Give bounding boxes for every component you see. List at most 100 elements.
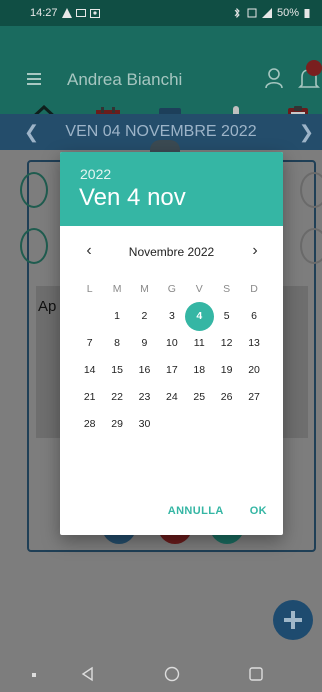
- calendar-day[interactable]: 14: [76, 357, 103, 384]
- calendar-day[interactable]: 28: [76, 411, 103, 438]
- calendar-day[interactable]: 29: [103, 411, 130, 438]
- battery-percent: 50%: [276, 7, 299, 19]
- calendar-day-number: 12: [220, 337, 233, 349]
- status-bar: 14:27 50%: [0, 0, 322, 26]
- calendar-week-row: 28 29 30: [76, 411, 268, 438]
- calendar-day-number: 17: [166, 364, 178, 376]
- weekday-label: V: [195, 283, 203, 295]
- calendar-empty-cell: [213, 411, 240, 438]
- plus-icon: [284, 611, 302, 629]
- calendar-day-number: 29: [111, 418, 123, 430]
- signal-icon: [261, 8, 272, 18]
- calendar-day[interactable]: 5: [213, 303, 240, 330]
- background-note-text: Ap: [38, 298, 57, 315]
- calendar-day-number: 27: [248, 391, 260, 403]
- calendar-day[interactable]: 6: [240, 303, 267, 330]
- calendar-day[interactable]: 15: [103, 357, 130, 384]
- calendar-day-number: 23: [138, 391, 151, 403]
- calendar-empty-cell: [158, 411, 185, 438]
- calendar-day[interactable]: 9: [131, 330, 158, 357]
- calendar-day[interactable]: 20: [240, 357, 267, 384]
- calendar-day[interactable]: 1: [103, 303, 130, 330]
- month-navigation: ‹ Novembre 2022 ›: [60, 242, 283, 264]
- selected-year[interactable]: 2022: [80, 166, 111, 182]
- calendar-day[interactable]: 26: [213, 384, 240, 411]
- nfc-icon: [247, 8, 257, 18]
- date-picker-header: 2022 Ven 4 nov: [60, 152, 283, 226]
- calendar-day[interactable]: 3: [158, 303, 185, 330]
- selected-date: Ven 4 nov: [79, 184, 186, 211]
- calendar-day[interactable]: 22: [103, 384, 130, 411]
- calendar-day-number: 25: [193, 391, 206, 403]
- calendar-day[interactable]: 30: [131, 411, 158, 438]
- calendar-day-number: 11: [193, 337, 205, 349]
- menu-icon[interactable]: [27, 73, 41, 88]
- calendar-grid: LMMGVSD 1 2 3 4 5 6 7 8 9 10 11 12 13 14 15 16 17 18 19 20 2…: [76, 276, 268, 438]
- next-day-icon[interactable]: ❯: [299, 122, 314, 143]
- calendar-day[interactable]: 19: [213, 357, 240, 384]
- calendar-day[interactable]: 8: [103, 330, 130, 357]
- cancel-button[interactable]: ANNULLA: [168, 505, 224, 517]
- calendar-day[interactable]: 10: [158, 330, 185, 357]
- home-nav-icon[interactable]: [164, 666, 180, 682]
- calendar-day-number: 20: [248, 364, 260, 376]
- date-picker-dialog: 2022 Ven 4 nov ‹ Novembre 2022 › LMMGVSD…: [60, 152, 283, 535]
- user-name: Andrea Bianchi: [67, 70, 183, 89]
- calendar-day-number: 30: [138, 418, 151, 430]
- weekday-label: M: [112, 283, 122, 295]
- calendar-day-number: 10: [166, 337, 178, 349]
- notification-badge: [306, 60, 322, 76]
- calendar-day-number: 4: [196, 310, 203, 322]
- calendar-day-number: 13: [248, 337, 260, 349]
- calendar-day-number: 7: [86, 337, 93, 349]
- weekday-label: M: [140, 283, 149, 295]
- dot-icon: [32, 673, 36, 677]
- calendar-week-row: 21 22 23 24 25 26 27: [76, 384, 268, 411]
- calendar-day[interactable]: 27: [240, 384, 267, 411]
- calendar-day[interactable]: 21: [76, 384, 103, 411]
- bluetooth-icon: [234, 8, 240, 18]
- calendar-day-number: 8: [114, 337, 120, 349]
- calendar-day[interactable]: 23: [131, 384, 158, 411]
- calendar-day[interactable]: 13: [240, 330, 267, 357]
- background-entry-marker: [20, 172, 48, 208]
- calendar-day[interactable]: 17: [158, 357, 185, 384]
- calendar-day-number: 5: [223, 310, 230, 322]
- back-icon[interactable]: [80, 666, 94, 682]
- calendar-day-number: 26: [220, 391, 233, 403]
- battery-icon: [304, 9, 310, 18]
- calendar-day-number: 16: [138, 364, 151, 376]
- recents-icon[interactable]: [248, 666, 264, 682]
- ok-button[interactable]: OK: [250, 505, 267, 517]
- calendar-day[interactable]: 24: [158, 384, 185, 411]
- add-button[interactable]: [273, 600, 313, 640]
- background-entry-marker: [20, 228, 48, 264]
- calendar-day-number: 15: [111, 364, 123, 376]
- calendar-day-number: 19: [220, 364, 233, 376]
- calendar-day-number: 6: [251, 310, 257, 322]
- calendar-day-number: 1: [114, 310, 120, 322]
- calendar-day[interactable]: 18: [186, 357, 213, 384]
- photo-icon: [89, 9, 100, 18]
- system-nav-bar: [0, 656, 322, 692]
- calendar-day[interactable]: 2: [131, 303, 158, 330]
- person-icon[interactable]: [264, 67, 284, 89]
- calendar-week-row: 14 15 16 17 18 19 20: [76, 357, 268, 384]
- calendar-day-selected[interactable]: 4: [184, 302, 214, 331]
- calendar-day[interactable]: 11: [186, 330, 213, 357]
- calendar-day[interactable]: 7: [76, 330, 103, 357]
- app-header: Andrea Bianchi: [0, 26, 322, 133]
- calendar-week-row: 7 8 9 10 11 12 13: [76, 330, 268, 357]
- calendar-empty-cell: [186, 411, 213, 438]
- background-entry-marker: [300, 172, 322, 208]
- calendar-day[interactable]: 16: [131, 357, 158, 384]
- next-month-icon[interactable]: ›: [246, 242, 264, 260]
- calendar-day-number: 18: [193, 364, 206, 376]
- weekday-label: L: [86, 283, 93, 295]
- dialog-actions: ANNULLA OK: [168, 505, 267, 517]
- calendar-day[interactable]: 25: [186, 384, 213, 411]
- calendar-day-number: 3: [168, 310, 175, 322]
- calendar-day[interactable]: 12: [213, 330, 240, 357]
- alert-icon: [61, 8, 72, 18]
- calendar-day-number: 22: [111, 391, 123, 403]
